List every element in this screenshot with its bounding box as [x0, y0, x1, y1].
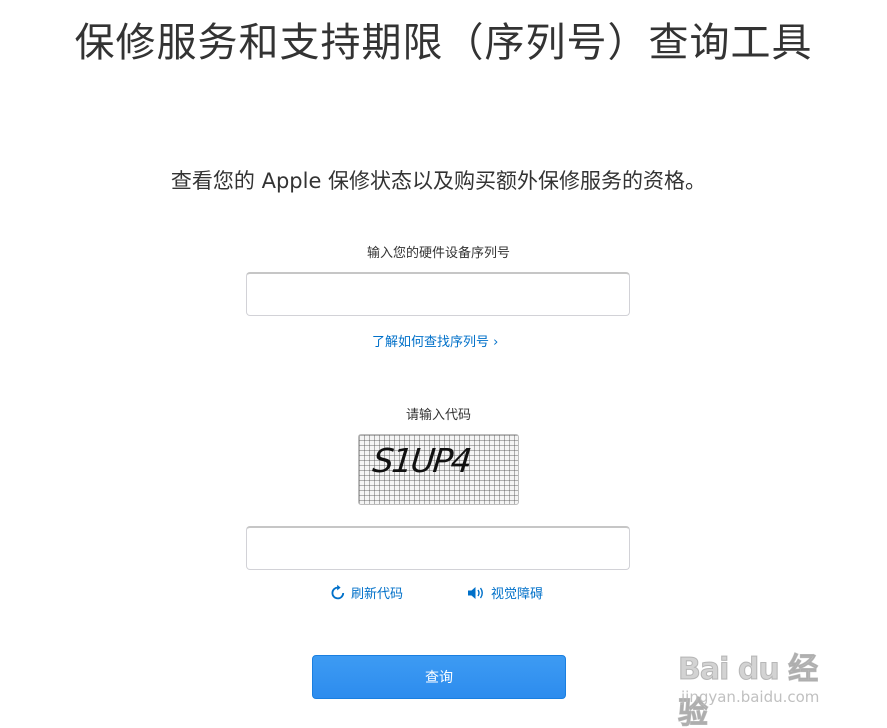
serial-number-input[interactable] — [246, 272, 630, 316]
find-serial-number-link[interactable]: 了解如何查找序列号 › — [372, 331, 498, 350]
audio-captcha-label: 视觉障碍 — [491, 587, 544, 602]
page-subtitle: 查看您的 Apple 保修状态以及购买额外保修服务的资格。 — [170, 169, 707, 193]
captcha-code-input[interactable] — [246, 526, 630, 570]
serial-number-label: 输入您的硬件设备序列号 — [366, 246, 510, 261]
audio-captcha-link[interactable]: 视觉障碍 — [467, 583, 543, 605]
refresh-icon — [329, 584, 347, 606]
refresh-captcha-link[interactable]: 刷新代码 — [329, 583, 403, 606]
watermark-logo: Bai du 经验 jingyan.baidu.com — [678, 632, 843, 728]
watermark-url: jingyan.baidu.com — [681, 688, 820, 706]
speaker-icon — [467, 585, 487, 605]
captcha-image: S1UP4 — [358, 434, 519, 505]
page-title: 保修服务和支持期限（序列号）查询工具 — [74, 20, 813, 66]
submit-query-button[interactable]: 查询 — [312, 655, 566, 699]
refresh-captcha-label: 刷新代码 — [351, 587, 404, 602]
watermark-brand: Bai du 经验 — [678, 652, 819, 728]
warranty-check-page: 保修服务和支持期限（序列号）查询工具 查看您的 Apple 保修状态以及购买额外… — [0, 0, 887, 728]
captcha-label: 请输入代码 — [405, 408, 471, 423]
captcha-image-text: S1UP4 — [370, 441, 473, 480]
